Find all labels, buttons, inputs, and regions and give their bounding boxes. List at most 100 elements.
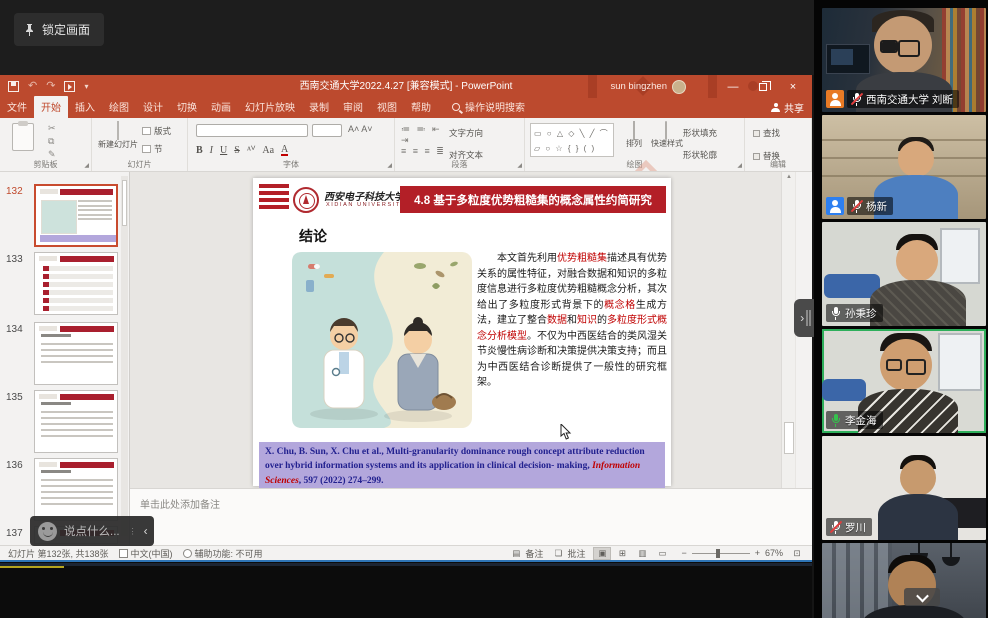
- chat-drag-handle[interactable]: ⋮: [128, 516, 138, 546]
- tab-file[interactable]: 文件: [0, 96, 34, 118]
- minimize-button[interactable]: —: [718, 75, 748, 98]
- thumbnail-scrollbar[interactable]: [121, 176, 128, 536]
- qat-customize-icon[interactable]: ▾: [84, 82, 88, 91]
- account-info[interactable]: sun bingzhen: [610, 75, 686, 98]
- emoji-icon[interactable]: [38, 522, 57, 541]
- underline-button[interactable]: U: [220, 145, 227, 156]
- slideshow-view-button[interactable]: ▭: [653, 547, 671, 560]
- font-size-combobox[interactable]: [312, 124, 342, 137]
- chat-input[interactable]: 说点什么...: [30, 516, 128, 546]
- comments-toggle[interactable]: ❏: [549, 547, 567, 560]
- format-painter-icon[interactable]: ✎: [48, 150, 56, 159]
- current-slide[interactable]: 西安电子科技大学 XIDIAN UNIVERSITY 4.8 基于多粒度优势粗糙…: [253, 178, 671, 486]
- tab-review[interactable]: 审阅: [336, 96, 370, 118]
- strikethrough-button[interactable]: S: [234, 145, 240, 156]
- chat-collapse-button[interactable]: ‹: [138, 516, 154, 546]
- close-button[interactable]: ×: [778, 75, 808, 98]
- zoom-slider[interactable]: [692, 553, 750, 554]
- accessibility-status: 辅助功能: 不可用: [195, 547, 263, 560]
- save-icon[interactable]: [8, 81, 19, 92]
- bold-button[interactable]: B: [196, 145, 203, 156]
- reading-view-button[interactable]: ▥: [633, 547, 651, 560]
- restore-button[interactable]: [748, 75, 778, 98]
- thumbnail-number: 132: [6, 186, 30, 197]
- arrange-button[interactable]: 排列: [619, 122, 649, 149]
- group-label-paragraph: 段落: [395, 159, 524, 170]
- paste-button[interactable]: [12, 123, 34, 151]
- copy-icon[interactable]: ⧉: [48, 137, 56, 146]
- cut-icon[interactable]: ✂: [48, 124, 56, 133]
- scrollbar-thumb[interactable]: [784, 422, 794, 454]
- microphone-on-icon: [830, 306, 841, 320]
- notes-pane[interactable]: 单击此处添加备注: [130, 488, 812, 545]
- dialog-launcher-icon[interactable]: ◢: [84, 162, 89, 169]
- text-direction-button[interactable]: 文字方向: [449, 123, 508, 141]
- slide-corner-stripes: [259, 184, 289, 212]
- powerpoint-titlebar: ↶ ↷ ▾ 西南交通大学2022.4.27 [兼容模式] - PowerPoin…: [0, 75, 812, 98]
- lock-view-button[interactable]: 锁定画面: [14, 13, 104, 46]
- language-indicator[interactable]: 中文(中国): [131, 547, 173, 560]
- account-avatar: [672, 80, 686, 94]
- share-button[interactable]: 共享: [771, 100, 804, 115]
- thumbnail-number: 134: [6, 324, 30, 335]
- new-slide-button[interactable]: 新建幻灯片: [98, 122, 138, 149]
- scroll-more-participants-button[interactable]: [904, 588, 940, 606]
- layout-button[interactable]: 版式: [142, 125, 171, 137]
- meeting-top-bar: 锁定画面: [0, 0, 820, 75]
- tab-draw[interactable]: 绘图: [102, 96, 136, 118]
- tab-transitions[interactable]: 切换: [170, 96, 204, 118]
- quick-styles-button[interactable]: 快速样式: [651, 122, 681, 149]
- video-tile[interactable]: 西南交通大学 刘断: [822, 8, 986, 112]
- slide-sorter-view-button[interactable]: ⊞: [613, 547, 631, 560]
- find-button[interactable]: 查找: [753, 123, 780, 141]
- video-panel-collapse-handle[interactable]: ›: [794, 299, 814, 337]
- titlebar-ornament: [588, 75, 597, 98]
- tab-slideshow[interactable]: 幻灯片放映: [238, 96, 302, 118]
- video-tile[interactable]: 孙秉珍: [822, 222, 986, 326]
- list-and-align-icons[interactable]: ≔ ≕ ⇤ ⇥≡ ≡ ≡ ≣: [401, 124, 447, 157]
- dialog-launcher-icon[interactable]: ◢: [517, 162, 522, 169]
- tab-animations[interactable]: 动画: [204, 96, 238, 118]
- video-tile[interactable]: 杨新: [822, 115, 986, 219]
- notes-toggle-label[interactable]: 备注: [525, 547, 543, 560]
- font-color-button[interactable]: A: [281, 145, 288, 156]
- ribbon-group-font: A˄ A˅ B I U S ᴬⱽ Aa A 字体 ◢: [188, 118, 395, 171]
- start-slideshow-icon[interactable]: [64, 81, 75, 92]
- thumbnail-number: 133: [6, 254, 30, 265]
- section-button[interactable]: 节: [142, 143, 171, 155]
- tab-home[interactable]: 开始: [34, 96, 68, 118]
- participant-name: 孙秉珍: [845, 306, 877, 321]
- undo-icon[interactable]: ↶: [28, 81, 37, 92]
- scroll-up-icon[interactable]: ▲: [782, 174, 796, 180]
- change-case-icon[interactable]: Aa: [262, 145, 274, 156]
- dialog-launcher-icon[interactable]: ◢: [387, 162, 392, 169]
- font-name-combobox[interactable]: [196, 124, 308, 137]
- video-tile-active-speaker[interactable]: 李金海: [822, 329, 986, 433]
- spell-check-icon[interactable]: [119, 549, 128, 558]
- redo-icon[interactable]: ↷: [46, 81, 55, 92]
- notes-toggle[interactable]: ▤: [507, 547, 525, 560]
- grow-shrink-font-icons[interactable]: A˄ A˅: [348, 124, 373, 134]
- zoom-control: − + 67% ⊡: [681, 547, 806, 560]
- tab-record[interactable]: 录制: [302, 96, 336, 118]
- tab-view[interactable]: 视图: [370, 96, 404, 118]
- shape-gallery[interactable]: ▭ ○ △ ◇ ╲ ╱ ⌒▱ ○ ☆ { } ( ): [530, 123, 614, 157]
- comments-toggle-label[interactable]: 批注: [567, 547, 585, 560]
- italic-button[interactable]: I: [210, 145, 213, 156]
- video-tile[interactable]: 罗川: [822, 436, 986, 540]
- tab-design[interactable]: 设计: [136, 96, 170, 118]
- chevron-right-icon: ›: [800, 311, 804, 325]
- zoom-level[interactable]: 67%: [765, 548, 783, 558]
- tab-help[interactable]: 帮助: [404, 96, 438, 118]
- character-spacing-icon[interactable]: ᴬⱽ: [247, 145, 256, 156]
- fit-to-window-button[interactable]: ⊡: [788, 547, 806, 560]
- dialog-launcher-icon[interactable]: ◢: [737, 162, 742, 169]
- shape-fill-button[interactable]: 形状填充: [683, 123, 717, 141]
- zoom-slider-thumb[interactable]: [716, 549, 720, 558]
- tab-insert[interactable]: 插入: [68, 96, 102, 118]
- zoom-out-button[interactable]: −: [681, 548, 686, 558]
- normal-view-button[interactable]: ▣: [593, 547, 611, 560]
- tell-me-search[interactable]: 操作说明搜索: [452, 99, 525, 118]
- video-tile[interactable]: 梁德翠: [822, 543, 986, 618]
- zoom-in-button[interactable]: +: [755, 548, 760, 558]
